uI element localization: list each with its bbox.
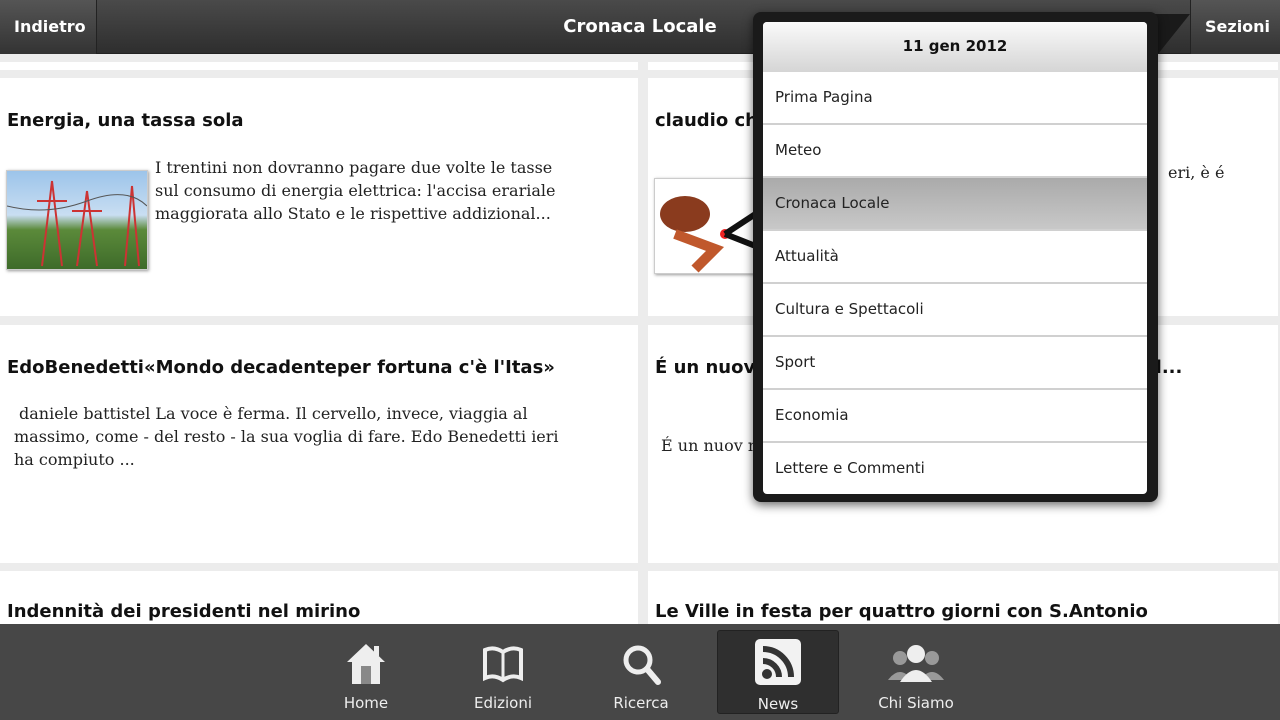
bottom-nav: Home Edizioni Ricerca News Chi Siamo [0, 624, 1280, 720]
article-card-partial [0, 62, 638, 70]
article-summary: eri, è é [1168, 163, 1225, 182]
nav-label: News [757, 695, 799, 713]
film-scissors-image [660, 196, 765, 273]
nav-label: Edizioni [473, 694, 533, 712]
article-title[interactable]: Indennità dei presidenti nel mirino [7, 599, 607, 625]
menu-item-attualita[interactable]: Attualità [763, 231, 1147, 284]
popup-date: 11 gen 2012 [763, 22, 1147, 72]
menu-item-cultura-spettacoli[interactable]: Cultura e Spettacoli [763, 284, 1147, 337]
menu-item-meteo[interactable]: Meteo [763, 125, 1147, 178]
nav-ricerca[interactable]: Ricerca [580, 630, 702, 714]
people-icon [888, 645, 944, 682]
article-summary: I trentini non dovranno pagare due volte… [155, 158, 556, 223]
article-card[interactable]: Indennità dei presidenti nel mirino [0, 571, 638, 624]
sections-popup: 11 gen 2012 Prima Pagina Meteo Cronaca L… [753, 12, 1158, 502]
article-card[interactable]: Le Ville in festa per quattro giorni con… [648, 571, 1278, 624]
nav-edizioni[interactable]: Edizioni [442, 630, 564, 714]
nav-label: Chi Siamo [878, 694, 954, 712]
rss-icon [755, 639, 801, 685]
sections-menu: 11 gen 2012 Prima Pagina Meteo Cronaca L… [763, 22, 1147, 494]
sections-button[interactable]: Sezioni [1190, 0, 1280, 54]
back-button[interactable]: Indietro [0, 0, 97, 54]
article-title[interactable]: Le Ville in festa per quattro giorni con… [655, 599, 1255, 625]
article-card[interactable]: EdoBenedetti«Mondo decadenteper fortuna … [0, 325, 638, 563]
book-icon [483, 646, 523, 683]
power-pylon-image [6, 180, 148, 267]
menu-item-sport[interactable]: Sport [763, 337, 1147, 390]
menu-item-prima-pagina[interactable]: Prima Pagina [763, 72, 1147, 125]
nav-label: Ricerca [613, 694, 669, 712]
article-summary: daniele battistel La voce è ferma. Il ce… [14, 404, 559, 469]
article-title[interactable]: EdoBenedetti«Mondo decadenteper fortuna … [7, 355, 607, 381]
article-thumbnail[interactable] [6, 170, 148, 270]
article-title[interactable]: Energia, una tassa sola [7, 108, 607, 134]
nav-label: Home [343, 694, 389, 712]
nav-chi-siamo[interactable]: Chi Siamo [855, 630, 977, 714]
article-thumbnail[interactable] [654, 178, 765, 274]
search-icon [623, 645, 661, 685]
nav-news[interactable]: News [717, 630, 839, 714]
menu-item-cronaca-locale[interactable]: Cronaca Locale [763, 178, 1147, 231]
article-card[interactable]: Energia, una tassa sola I trentini non d… [0, 78, 638, 316]
nav-home[interactable]: Home [305, 630, 427, 714]
menu-item-lettere-commenti[interactable]: Lettere e Commenti [763, 443, 1147, 494]
home-icon [347, 644, 385, 684]
menu-item-economia[interactable]: Economia [763, 390, 1147, 443]
